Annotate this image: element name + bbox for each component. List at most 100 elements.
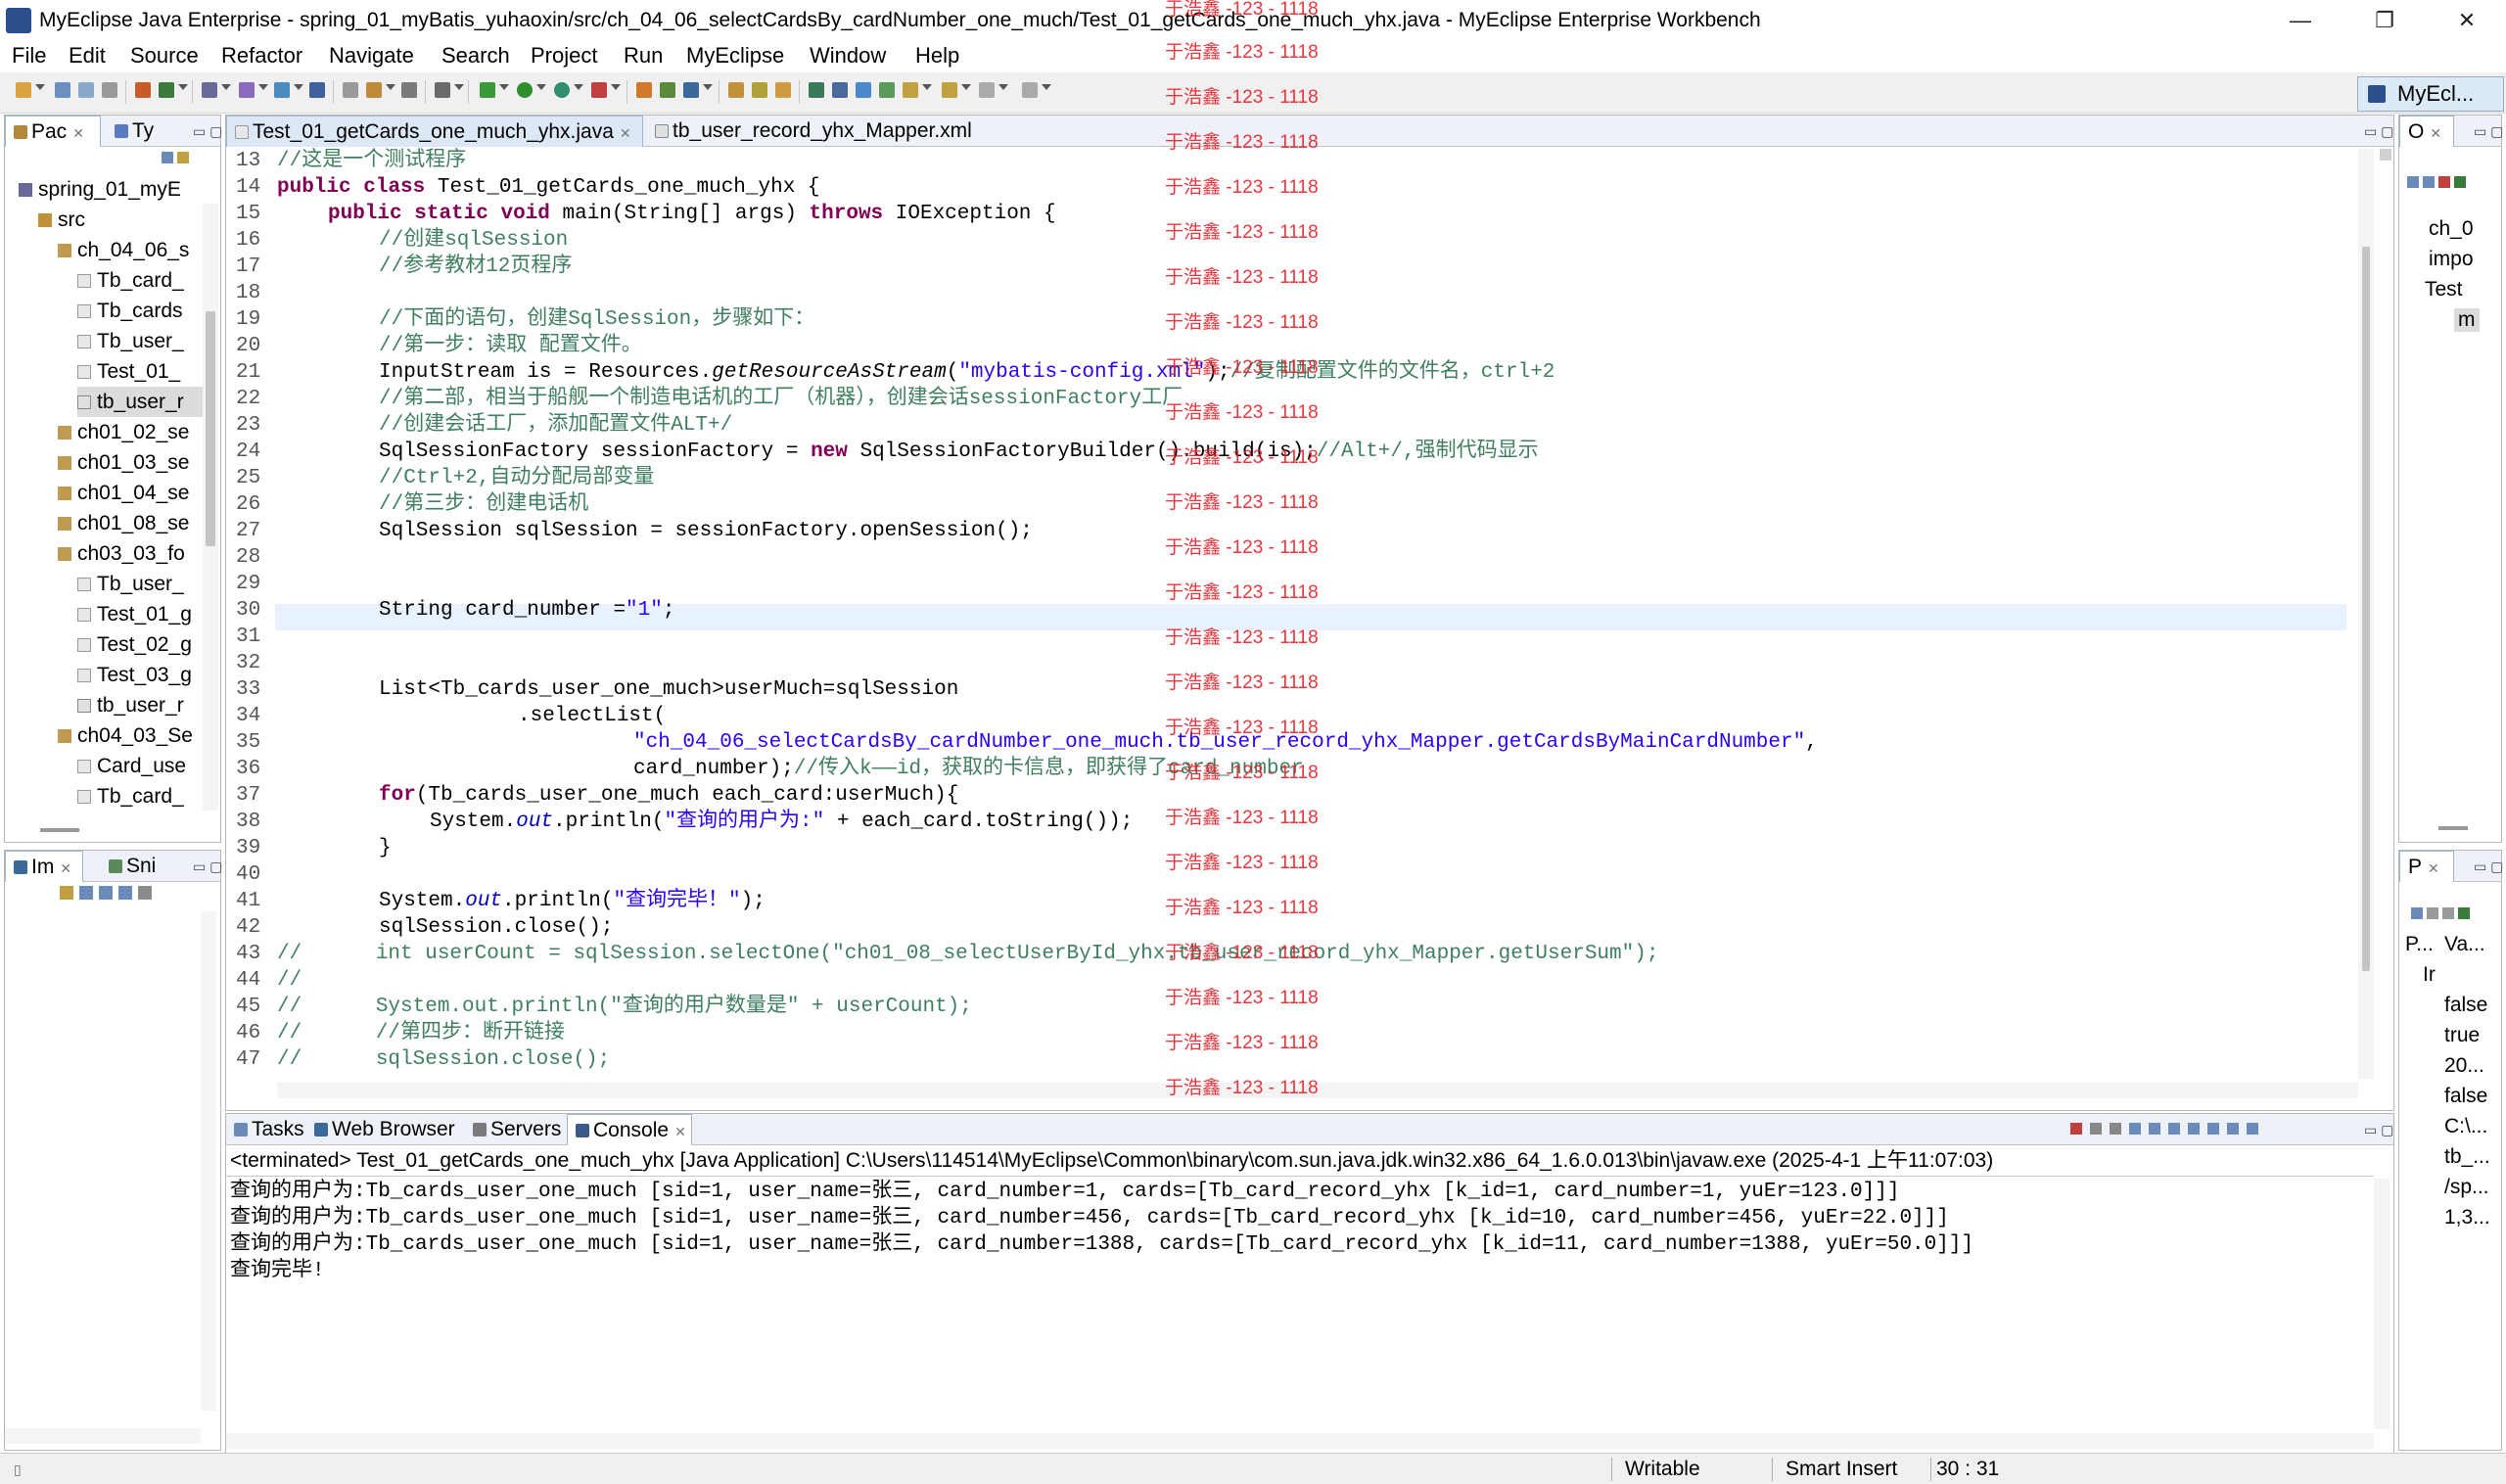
tab-properties[interactable]: P ✕: [2399, 851, 2454, 882]
tree-item[interactable]: Card_use: [77, 751, 186, 781]
properties-col-value[interactable]: Va...: [2444, 933, 2485, 956]
console-vscrollbar[interactable]: [2374, 1179, 2390, 1429]
code-line[interactable]: SqlSessionFactory sessionFactory = new S…: [379, 439, 1539, 465]
code-line[interactable]: public static void main(String[] args) t…: [328, 201, 1056, 227]
package-tree-scrollbar[interactable]: [203, 204, 218, 811]
close-icon[interactable]: ✕: [2428, 860, 2439, 876]
report-icon[interactable]: [366, 82, 382, 98]
tab-tasks[interactable]: Tasks: [226, 1114, 306, 1145]
code-line[interactable]: SqlSession sqlSession = sessionFactory.o…: [379, 518, 1033, 544]
minimize-maximize-icon[interactable]: ▭ ▢: [185, 116, 222, 147]
code-line[interactable]: //创建会话工厂，添加配置文件ALT+/: [379, 412, 732, 439]
forward-disabled-icon[interactable]: [979, 82, 995, 98]
tree-item[interactable]: Tb_user_: [77, 569, 184, 599]
code-line[interactable]: sqlSession.close();: [379, 914, 613, 941]
tree-item-selected[interactable]: tb_user_r: [77, 387, 203, 417]
collapse-all-icon[interactable]: [162, 151, 220, 166]
outline-item[interactable]: Test: [2425, 278, 2463, 301]
globe-icon[interactable]: [309, 82, 325, 98]
tree-item[interactable]: src: [38, 205, 85, 235]
search-icon[interactable]: [752, 82, 767, 98]
new-icon[interactable]: [16, 82, 31, 98]
menu-file[interactable]: File: [12, 41, 46, 70]
tree-item[interactable]: tb_user_r: [77, 690, 184, 720]
code-line[interactable]: //创建sqlSession: [379, 227, 568, 254]
editor-vscrollbar[interactable]: [2358, 149, 2374, 1079]
close-button[interactable]: ✕: [2447, 4, 2486, 37]
code-line[interactable]: //第一步：读取 配置文件。: [379, 333, 642, 359]
menu-myeclipse[interactable]: MyEclipse: [686, 41, 784, 70]
tree-item[interactable]: Tb_user_: [77, 326, 184, 356]
minimize-button[interactable]: —: [2281, 4, 2320, 37]
tree-item[interactable]: ch03_03_fo: [58, 538, 185, 569]
code-line[interactable]: //: [277, 967, 302, 994]
maximize-button[interactable]: ❐: [2365, 4, 2404, 37]
code-line[interactable]: public class Test_01_getCards_one_much_y…: [277, 174, 820, 201]
code-line[interactable]: "ch_04_06_selectCardsBy_cardNumber_one_m…: [633, 729, 1818, 756]
last-edit-icon[interactable]: [856, 82, 871, 98]
new-java-project-icon[interactable]: [636, 82, 652, 98]
code-line[interactable]: System.out.println("查询完毕！");: [379, 888, 766, 914]
code-line[interactable]: System.out.println("查询的用户为:" + each_card…: [430, 809, 1133, 835]
menu-edit[interactable]: Edit: [69, 41, 106, 70]
terminal-icon[interactable]: [435, 82, 450, 98]
tree-item[interactable]: ch01_04_se: [58, 478, 189, 508]
menu-help[interactable]: Help: [915, 41, 959, 70]
annotation-next-icon[interactable]: [809, 82, 824, 98]
close-icon[interactable]: ✕: [60, 860, 71, 876]
code-line[interactable]: //这是一个测试程序: [277, 148, 466, 174]
code-line[interactable]: // sqlSession.close();: [277, 1046, 610, 1073]
tree-item[interactable]: Tb_card_: [77, 781, 184, 812]
tab-console[interactable]: Console ✕: [567, 1114, 692, 1145]
code-line[interactable]: List<Tb_cards_user_one_much>userMuch=sql…: [379, 676, 958, 703]
outline-toolbar[interactable]: [2405, 174, 2499, 213]
tab-web-browser[interactable]: Web Browser: [306, 1114, 465, 1145]
code-line[interactable]: .selectList(: [518, 703, 666, 729]
minimize-maximize-icon[interactable]: ▭ ▢: [185, 851, 222, 882]
code-line[interactable]: // int userCount = sqlSession.selectOne(…: [277, 941, 1658, 967]
menu-search[interactable]: Search: [441, 41, 510, 70]
code-line[interactable]: //参考教材12页程序: [379, 254, 572, 280]
tab-hierarchy[interactable]: Im ✕: [5, 851, 83, 882]
code-line[interactable]: InputStream is = Resources.getResourceAs…: [379, 359, 1555, 386]
menu-navigate[interactable]: Navigate: [329, 41, 414, 70]
print-icon[interactable]: [102, 82, 117, 98]
db-icon[interactable]: [343, 82, 358, 98]
perspective-switcher[interactable]: MyEcl...: [2357, 76, 2504, 112]
explorer-icon[interactable]: [401, 82, 417, 98]
tab-servers[interactable]: Servers: [465, 1114, 567, 1145]
close-icon[interactable]: ✕: [2430, 125, 2441, 141]
minimize-maximize-icon[interactable]: ▭ ▢: [2466, 116, 2503, 147]
tree-item[interactable]: spring_01_myE: [19, 174, 181, 205]
tree-item[interactable]: ch04_03_Se: [58, 720, 193, 751]
run-last-icon[interactable]: [554, 82, 570, 98]
close-icon[interactable]: ✕: [72, 125, 84, 141]
outline-item[interactable]: ch_0: [2429, 217, 2474, 241]
forward-icon[interactable]: [942, 82, 957, 98]
tree-item[interactable]: Tb_cards: [77, 296, 183, 326]
minimize-maximize-icon[interactable]: ▭ ▢: [2356, 116, 2393, 147]
code-line[interactable]: //下面的语句，创建SqlSession，步骤如下：: [379, 306, 814, 333]
server-icon[interactable]: [159, 82, 174, 98]
tree-item[interactable]: Test_03_g: [77, 660, 192, 690]
code-line-current[interactable]: String card_number ="1";: [379, 597, 674, 624]
open-type-icon[interactable]: [728, 82, 744, 98]
minimize-maximize-icon[interactable]: ▭ ▢: [2356, 1114, 2393, 1145]
outline-item-selected[interactable]: m: [2454, 308, 2480, 332]
menu-run[interactable]: Run: [624, 41, 663, 70]
outline-item[interactable]: impo: [2429, 248, 2474, 271]
properties-toolbar[interactable]: [2409, 905, 2497, 921]
annotation-prev-icon[interactable]: [832, 82, 848, 98]
tree-item[interactable]: Tb_card_: [77, 265, 184, 296]
browser-icon[interactable]: [274, 82, 290, 98]
pin-icon[interactable]: [879, 82, 895, 98]
menu-project[interactable]: Project: [531, 41, 597, 70]
code-line[interactable]: //第三步：创建电话机: [379, 491, 588, 518]
menu-window[interactable]: Window: [810, 41, 886, 70]
build-icon[interactable]: [239, 82, 255, 98]
code-line[interactable]: }: [379, 835, 392, 861]
tree-item[interactable]: ch01_08_se: [58, 508, 189, 538]
horizontal-scrollbar-thumb[interactable]: [40, 828, 79, 832]
console-hscrollbar[interactable]: [226, 1433, 2374, 1449]
tree-item[interactable]: ch01_03_se: [58, 447, 189, 478]
